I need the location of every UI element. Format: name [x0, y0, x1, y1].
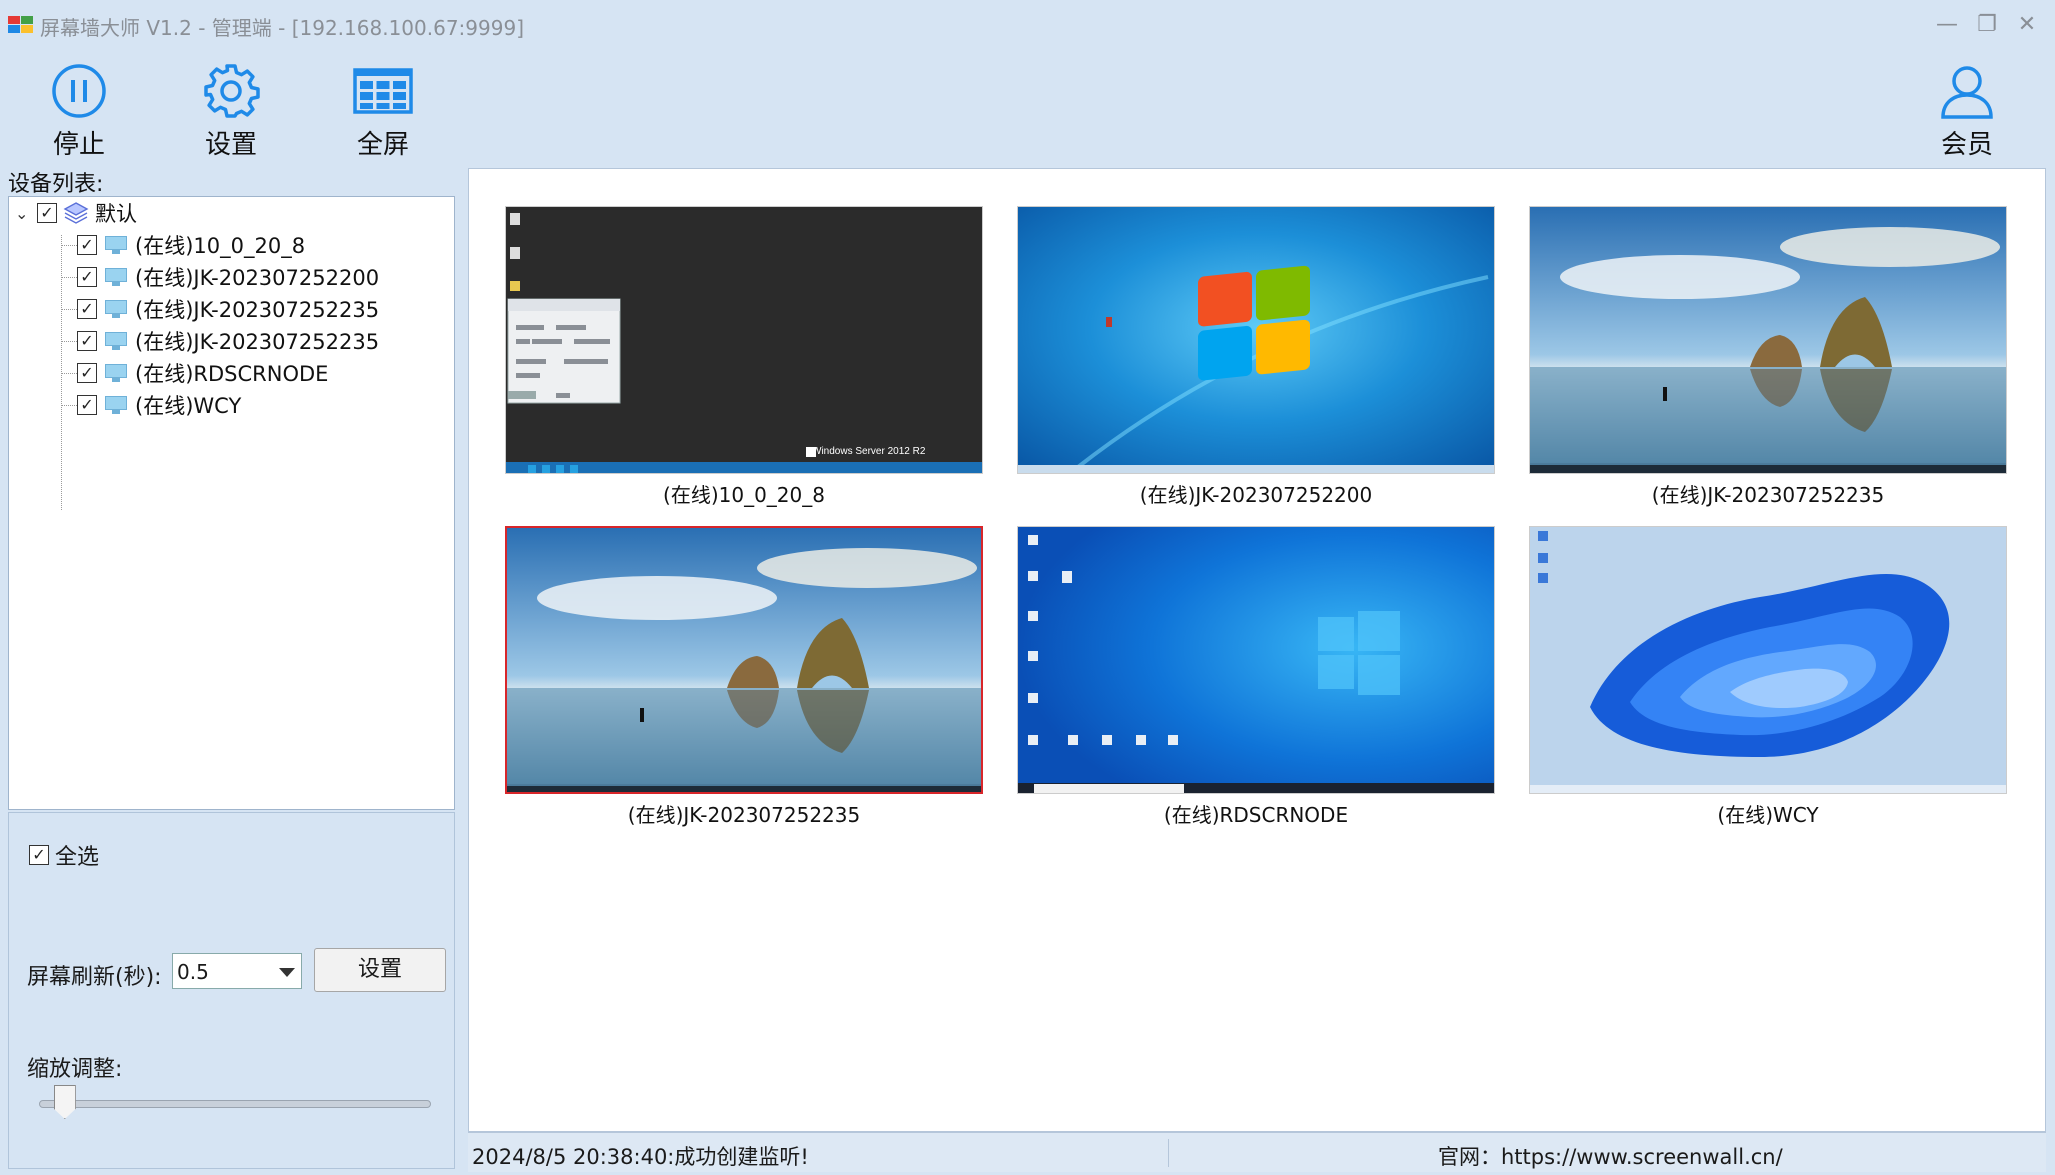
apply-refresh-button[interactable]: 设置	[314, 948, 446, 992]
zoom-label: 缩放调整:	[27, 1057, 123, 1082]
tree-device-row[interactable]: ✓ (在线)10_0_20_8	[77, 230, 305, 260]
win7-desktop-image	[1018, 207, 1494, 473]
device-list-title: 设备列表:	[8, 172, 104, 197]
user-icon	[1941, 66, 1993, 119]
group-checkbox[interactable]: ✓	[37, 203, 57, 223]
member-label: 会员	[1940, 130, 1993, 160]
status-message: 2024/8/5 20:38:40:成功创建监听!	[472, 1145, 809, 1169]
screen-caption: (在线)JK-202307252200	[1139, 483, 1373, 507]
member-button[interactable]: 会员	[1912, 62, 2022, 162]
screen-wall: Windows Server 2012 R2 (在线)10_0_20_8 (在线…	[468, 168, 2046, 1132]
close-button[interactable]: ✕	[2012, 10, 2042, 40]
win10-desktop-image	[1018, 527, 1494, 793]
screen-thumbnail[interactable]: Windows Server 2012 R2	[505, 206, 983, 474]
refresh-interval-select[interactable]: 0.5	[172, 953, 302, 989]
minimize-button[interactable]: —	[1932, 10, 1962, 40]
beach-desktop-image	[507, 528, 981, 792]
pause-icon	[52, 64, 106, 118]
select-all-label: 全选	[55, 845, 100, 870]
stop-button[interactable]: 停止	[24, 62, 134, 162]
app-logo-icon	[8, 16, 34, 34]
tree-device-row[interactable]: ✓ (在线)WCY	[77, 390, 241, 420]
select-all-checkbox[interactable]: ✓	[29, 845, 49, 865]
settings-button[interactable]: 设置	[176, 62, 286, 162]
beach-desktop-image	[1530, 207, 2006, 473]
monitor-icon	[103, 330, 129, 352]
gear-icon	[204, 64, 260, 118]
device-label: (在线)10_0_20_8	[135, 234, 306, 258]
maximize-button[interactable]: ❐	[1972, 10, 2002, 40]
device-label: (在线)WCY	[135, 394, 242, 418]
refresh-label: 屏幕刷新(秒):	[27, 965, 162, 990]
device-tree: ⌄ ✓ 默认 ✓ (在线)10_0_20_8 ✓ (在线)JK-20230725…	[8, 196, 455, 810]
layers-icon	[63, 202, 89, 224]
win11-desktop-image	[1530, 527, 2006, 793]
tree-group-row[interactable]: ⌄ ✓ 默认	[15, 198, 137, 228]
tree-device-row[interactable]: ✓ (在线)JK-202307252200	[77, 262, 379, 292]
settings-label: 设置	[204, 130, 257, 160]
website-link[interactable]: 官网：https://www.screenwall.cn/	[1438, 1141, 1783, 1171]
refresh-value: 0.5	[177, 960, 209, 984]
tree-device-row[interactable]: ✓ (在线)JK-202307252235	[77, 326, 379, 356]
zoom-slider-track[interactable]	[39, 1100, 431, 1108]
screen-thumbnail[interactable]	[1529, 206, 2007, 474]
select-all-toggle[interactable]: ✓ 全选	[29, 839, 99, 871]
device-label: (在线)RDSCRNODE	[135, 362, 329, 386]
screen-caption: (在线)WCY	[1717, 803, 1819, 827]
device-checkbox[interactable]: ✓	[77, 235, 97, 255]
screen-thumbnail[interactable]	[1017, 206, 1495, 474]
device-label: (在线)JK-202307252235	[135, 330, 380, 354]
screen-thumbnail[interactable]	[1017, 526, 1495, 794]
server-desktop-image	[506, 207, 982, 473]
screen-caption: (在线)RDSCRNODE	[1163, 803, 1349, 827]
zoom-slider-thumb[interactable]	[53, 1085, 76, 1119]
tree-device-row[interactable]: ✓ (在线)JK-202307252235	[77, 294, 379, 324]
monitor-icon	[103, 266, 129, 288]
screen-caption: (在线)JK-202307252235	[1651, 483, 1885, 507]
device-checkbox[interactable]: ✓	[77, 395, 97, 415]
monitor-icon	[103, 298, 129, 320]
title-bar: 屏幕墙大师 V1.2 - 管理端 - [192.168.100.67:9999]…	[0, 0, 2055, 50]
screen-caption: (在线)JK-202307252235	[627, 803, 861, 827]
dropdown-arrow-icon[interactable]	[279, 968, 295, 977]
screen-thumbnail-selected[interactable]	[505, 526, 983, 794]
monitor-icon	[103, 234, 129, 256]
status-divider	[1168, 1139, 1169, 1167]
device-checkbox[interactable]: ✓	[77, 267, 97, 287]
stop-label: 停止	[52, 130, 105, 160]
screen-grid-icon	[353, 68, 413, 114]
screen-caption: (在线)10_0_20_8	[663, 483, 825, 507]
device-label: (在线)JK-202307252200	[135, 266, 380, 290]
fullscreen-button[interactable]: 全屏	[328, 62, 438, 162]
toolbar: 停止 设置 全屏 会员	[0, 50, 2055, 165]
tree-device-row[interactable]: ✓ (在线)RDSCRNODE	[77, 358, 328, 388]
device-checkbox[interactable]: ✓	[77, 299, 97, 319]
window-title: 屏幕墙大师 V1.2 - 管理端 - [192.168.100.67:9999]	[40, 16, 524, 40]
status-bar: 2024/8/5 20:38:40:成功创建监听! 官网：https://www…	[468, 1132, 2046, 1172]
device-checkbox[interactable]: ✓	[77, 331, 97, 351]
os-watermark: Windows Server 2012 R2	[812, 446, 926, 457]
monitor-icon	[103, 362, 129, 384]
group-label: 默认	[95, 202, 137, 226]
monitor-icon	[103, 394, 129, 416]
screen-thumbnail[interactable]	[1529, 526, 2007, 794]
collapse-chevron-icon[interactable]: ⌄	[15, 204, 37, 223]
control-panel: ✓ 全选 屏幕刷新(秒): 0.5 设置 缩放调整:	[8, 812, 455, 1169]
device-checkbox[interactable]: ✓	[77, 363, 97, 383]
fullscreen-label: 全屏	[356, 130, 409, 160]
device-label: (在线)JK-202307252235	[135, 298, 380, 322]
